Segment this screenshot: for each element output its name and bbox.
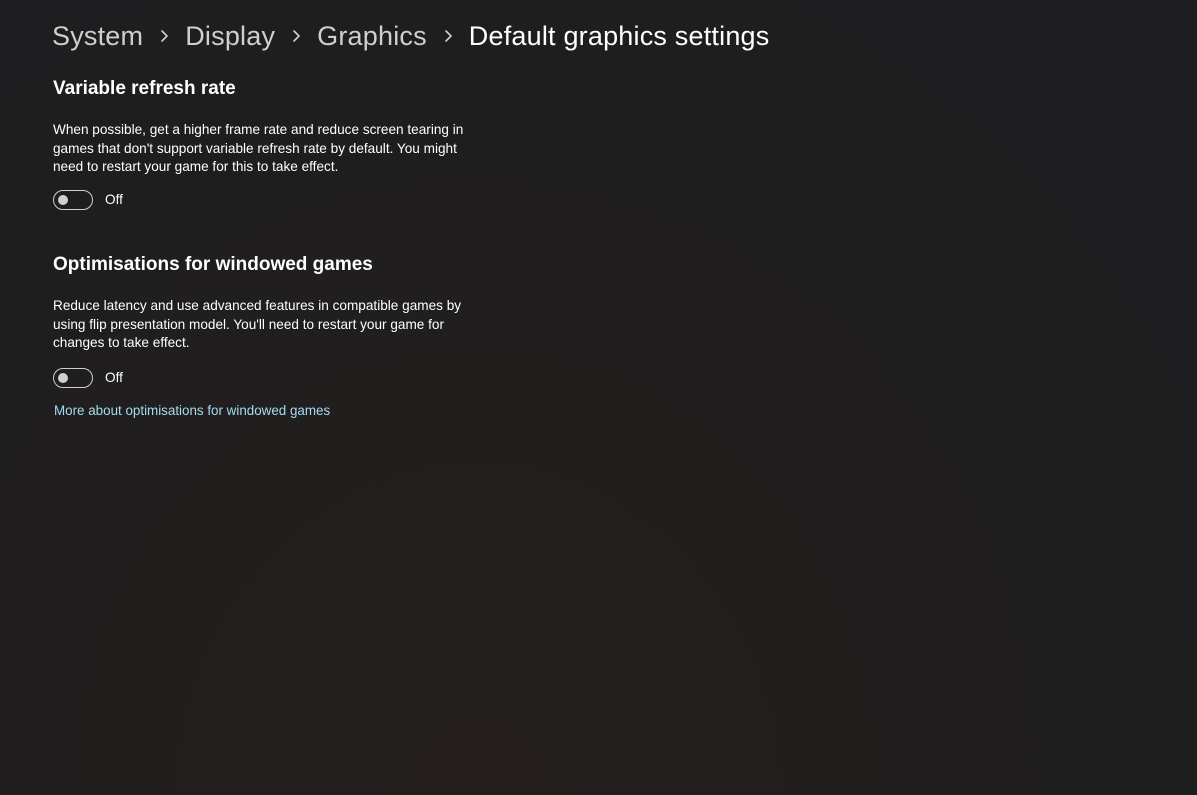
description-line: Reduce latency and use advanced features… xyxy=(53,298,462,313)
description-line: changes to take effect. xyxy=(53,335,190,350)
windowed-toggle-switch[interactable] xyxy=(53,367,93,388)
settings-page: System Display Graphics Default graphics… xyxy=(0,0,1197,795)
section-description: Reduce latency and use advanced features… xyxy=(53,297,493,353)
section-description: When possible, get a higher frame rate a… xyxy=(53,121,493,177)
windowed-toggle-row: Off xyxy=(53,367,493,389)
toggle-knob xyxy=(58,372,68,383)
windowed-games-section: Optimisations for windowed games Reduce … xyxy=(53,254,493,389)
toggle-state-label: Off xyxy=(105,192,123,207)
page-title: Default graphics settings xyxy=(468,20,770,51)
description-line: using flip presentation model. You'll ne… xyxy=(53,316,445,332)
breadcrumb-item-display[interactable]: Display xyxy=(185,21,275,52)
chevron-right-icon xyxy=(143,16,185,56)
toggle-knob xyxy=(58,194,68,205)
vrr-toggle-switch[interactable] xyxy=(53,189,93,210)
variable-refresh-rate-section: Variable refresh rate When possible, get… xyxy=(53,78,493,211)
more-about-windowed-games-link[interactable]: More about optimisations for windowed ga… xyxy=(54,403,330,418)
toggle-state-label: Off xyxy=(105,370,123,385)
vrr-toggle-row: Off xyxy=(53,189,493,211)
breadcrumb-item-system[interactable]: System xyxy=(52,21,143,52)
chevron-right-icon xyxy=(427,16,469,56)
section-title: Optimisations for windowed games xyxy=(53,254,373,275)
breadcrumb: System Display Graphics Default graphics… xyxy=(52,16,769,56)
chevron-right-icon xyxy=(275,16,317,56)
description-line: need to restart your game for this to ta… xyxy=(53,159,339,174)
description-line: games that don't support variable refres… xyxy=(53,140,457,156)
description-line: When possible, get a higher frame rate a… xyxy=(53,122,464,137)
section-title: Variable refresh rate xyxy=(53,78,236,99)
breadcrumb-item-graphics[interactable]: Graphics xyxy=(317,21,427,52)
